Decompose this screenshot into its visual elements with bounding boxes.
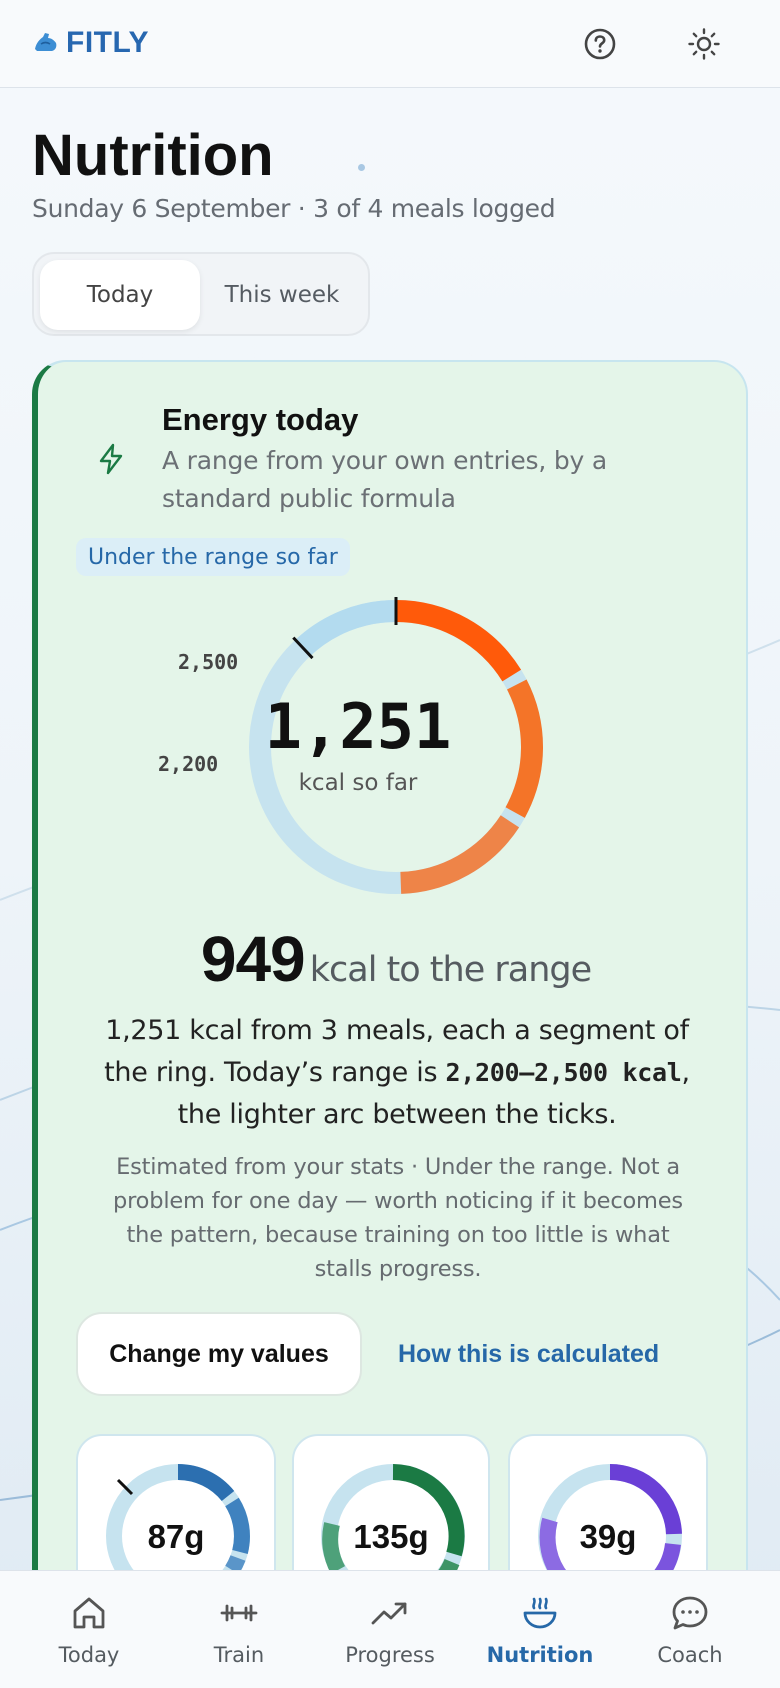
energy-ring-chart xyxy=(249,597,543,894)
help-button[interactable] xyxy=(578,22,622,66)
brand[interactable]: FITLY xyxy=(32,26,149,60)
sun-icon xyxy=(688,28,720,60)
nav-coach[interactable]: Coach xyxy=(615,1571,765,1688)
energy-ring: 2,500 2,200 1,251 kcal so far xyxy=(38,362,754,922)
tab-this-week[interactable]: This week xyxy=(202,260,362,330)
remaining-unit: kcal to the range xyxy=(309,950,592,990)
page-title: Nutrition xyxy=(32,123,274,188)
macro-value-1: 87g xyxy=(147,1518,205,1555)
nav-label-progress: Progress xyxy=(345,1643,435,1667)
decorative-dot xyxy=(358,164,365,171)
nav-label-coach: Coach xyxy=(657,1643,723,1667)
range-low-label: 2,200 xyxy=(158,752,219,776)
nav-today[interactable]: Today xyxy=(14,1571,164,1688)
nav-label-train: Train xyxy=(213,1643,265,1667)
trend-up-icon xyxy=(371,1602,407,1625)
period-tabs: Today This week xyxy=(32,252,370,336)
explain-range: 2,200–2,500 kcal xyxy=(445,1058,682,1087)
energy-value: 1,251 xyxy=(264,690,452,763)
ring-meal-segment-1 xyxy=(395,600,522,682)
page-subtitle: Sunday 6 September · 3 of 4 meals logged xyxy=(32,194,556,223)
macro-value-2: 135g xyxy=(353,1518,429,1555)
nav-label-nutrition: Nutrition xyxy=(486,1643,594,1667)
chat-icon xyxy=(672,1596,708,1630)
nav-train[interactable]: Train xyxy=(164,1571,314,1688)
nav-progress[interactable]: Progress xyxy=(315,1571,465,1688)
change-values-button[interactable]: Change my values xyxy=(76,1312,362,1396)
brand-name: FITLY xyxy=(66,26,150,59)
remaining-to-range: 949 kcal to the range xyxy=(38,922,754,996)
theme-toggle-button[interactable] xyxy=(682,22,726,66)
ring-meal-segment-3 xyxy=(400,815,520,894)
app-header: FITLY xyxy=(0,0,780,88)
remaining-value: 949 xyxy=(200,923,306,995)
tab-today[interactable]: Today xyxy=(40,260,200,330)
bottom-nav: Today Train Progress Nutrition Coach xyxy=(0,1570,780,1688)
help-circle-icon xyxy=(584,28,616,60)
ring-meal-segment-2 xyxy=(505,679,543,818)
dumbbell-icon xyxy=(220,1604,258,1622)
macro-value-3: 39g xyxy=(579,1518,637,1555)
nav-nutrition[interactable]: Nutrition xyxy=(465,1571,615,1688)
nav-label-today: Today xyxy=(58,1643,120,1667)
energy-unit: kcal so far xyxy=(298,770,418,796)
range-high-label: 2,500 xyxy=(178,650,239,674)
ring-range-arc xyxy=(295,600,396,657)
energy-explanation: 1,251 kcal from 3 meals, each a segment … xyxy=(82,1010,712,1136)
energy-note: Estimated from your stats · Under the ra… xyxy=(113,1154,683,1282)
bowl-icon xyxy=(523,1597,557,1629)
flexed-arm-icon xyxy=(35,33,57,51)
energy-card: Energy today A range from your own entri… xyxy=(32,360,748,1688)
how-calculated-link[interactable]: How this is calculated xyxy=(398,1312,659,1396)
home-icon xyxy=(73,1597,105,1629)
